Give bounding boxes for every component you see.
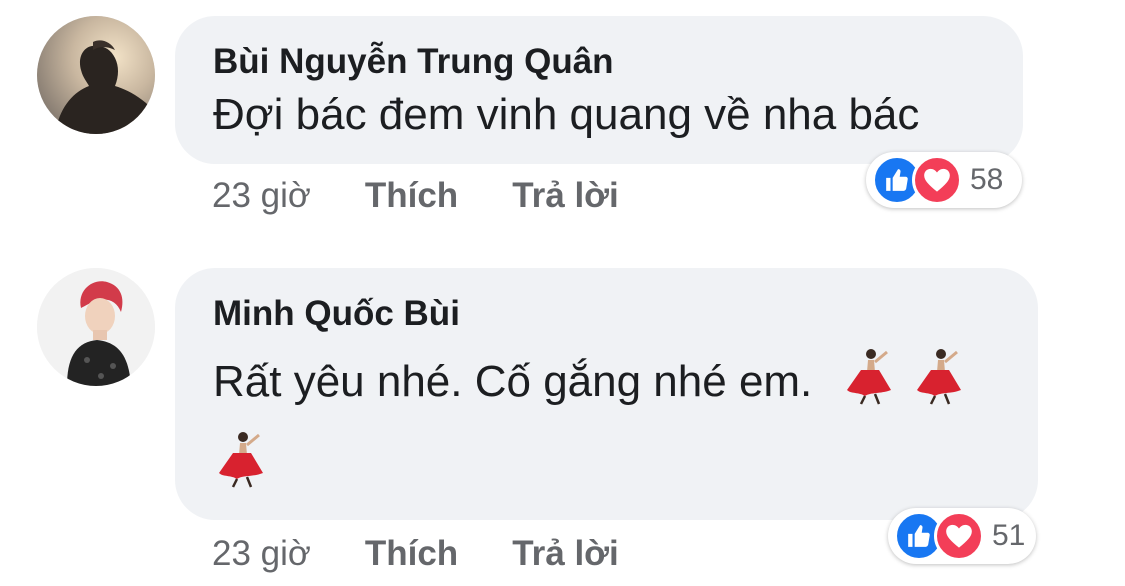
reaction-count: 51 (992, 519, 1026, 552)
reply-button[interactable]: Trả lời (512, 534, 619, 574)
comment-item: Minh Quốc Bùi Rất yêu nhé. Cố gắng nhé e… (0, 0, 1125, 586)
avatar[interactable] (37, 268, 155, 386)
comment-bubble: Minh Quốc Bùi Rất yêu nhé. Cố gắng nhé e… (175, 268, 1038, 520)
like-button[interactable]: Thích (365, 534, 458, 574)
dancer-emoji (911, 346, 969, 423)
reaction-summary[interactable]: 51 (888, 508, 1036, 564)
comment-text: Rất yêu nhé. Cố gắng nhé em. (213, 346, 1000, 423)
dancer-emoji (213, 429, 271, 494)
comment-text-line-2 (213, 429, 1000, 494)
love-icon (934, 511, 984, 561)
comment-timestamp[interactable]: 23 giờ (212, 534, 311, 574)
dancer-emoji (841, 346, 899, 423)
comment-text-content: Rất yêu nhé. Cố gắng nhé em. (213, 357, 813, 407)
comment-actions: 23 giờ Thích Trả lời (212, 534, 673, 574)
comment-author[interactable]: Minh Quốc Bùi (213, 292, 1000, 336)
